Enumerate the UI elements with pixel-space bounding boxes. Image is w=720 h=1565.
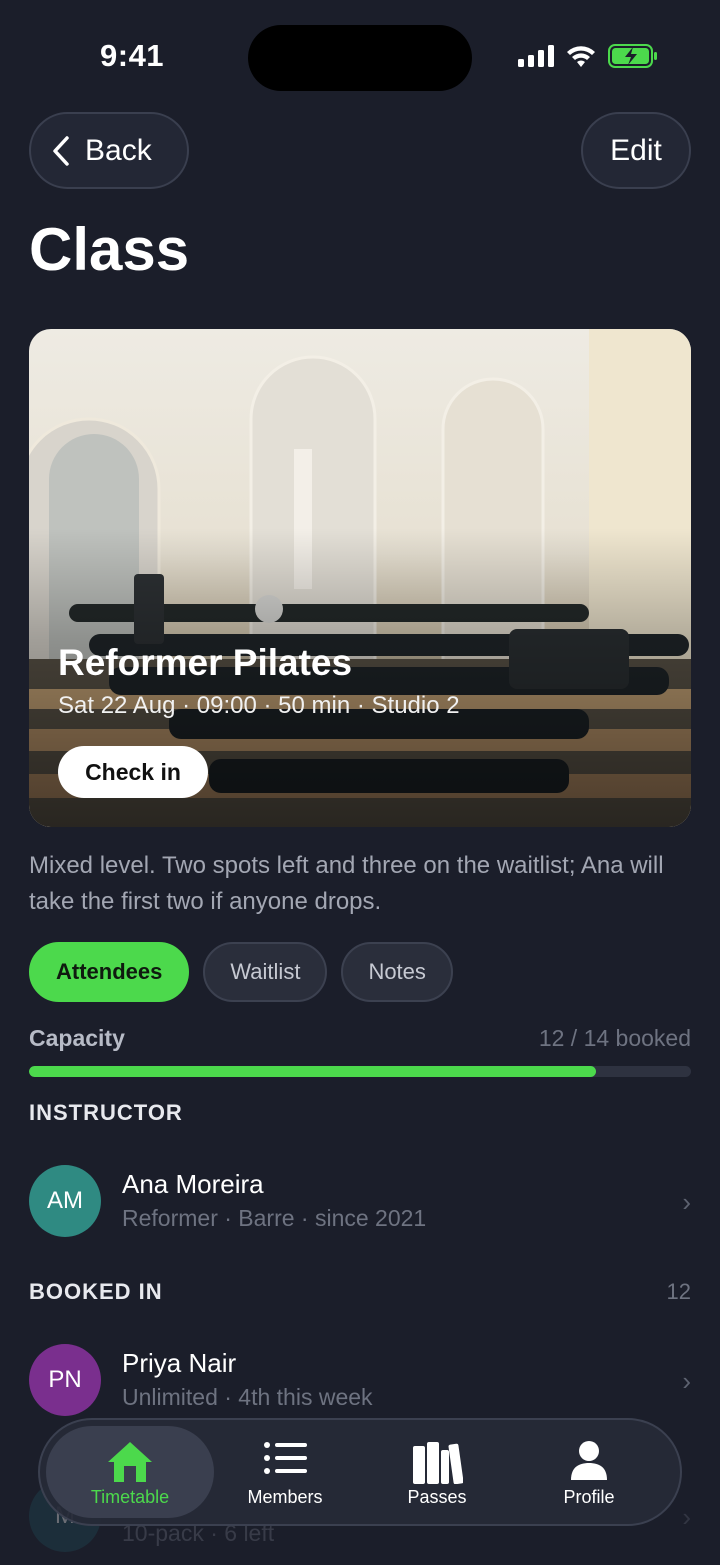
booked-in-count: 12 bbox=[666, 1279, 691, 1304]
chevron-left-icon bbox=[53, 135, 69, 166]
booked-in-heading: BOOKED IN bbox=[29, 1279, 163, 1304]
class-description: Mixed level. Two spots left and three on… bbox=[29, 852, 664, 915]
status-bar: 9:41 bbox=[0, 0, 720, 110]
edit-button[interactable]: Edit bbox=[581, 112, 691, 189]
class-name: Reformer Pilates bbox=[58, 642, 353, 683]
chevron-right-icon: › bbox=[682, 1502, 691, 1532]
dynamic-island bbox=[248, 25, 472, 91]
chevron-right-icon: › bbox=[682, 1187, 691, 1217]
instructor-row[interactable]: AM Ana Moreira Reformer · Barre · since … bbox=[29, 1165, 691, 1245]
wifi-icon bbox=[567, 46, 595, 67]
back-label: Back bbox=[85, 133, 152, 167]
tab-waitlist[interactable]: Waitlist bbox=[203, 942, 328, 1002]
status-time: 9:41 bbox=[100, 38, 165, 73]
cellular-signal-icon bbox=[518, 45, 554, 67]
class-hero-card: Reformer Pilates Sat 22 Aug · 09:00 · 50… bbox=[29, 329, 691, 827]
page-title: Class bbox=[29, 216, 190, 283]
battery-charging-icon bbox=[608, 44, 657, 68]
tabbar-members[interactable]: Members bbox=[210, 1426, 360, 1518]
back-button[interactable]: Back bbox=[29, 112, 189, 189]
tabbar-timetable[interactable]: Timetable bbox=[46, 1426, 214, 1518]
home-icon bbox=[108, 1442, 152, 1482]
tabbar-profile-label: Profile bbox=[563, 1487, 615, 1507]
edit-label: Edit bbox=[610, 133, 662, 167]
class-meta: Sat 22 Aug · 09:00 · 50 min · Studio 2 bbox=[58, 692, 460, 719]
member-name: Priya Nair bbox=[122, 1348, 237, 1378]
segment-tabs: Attendees Waitlist Notes bbox=[29, 942, 453, 1002]
instructor-details: Reformer · Barre · since 2021 bbox=[122, 1205, 427, 1231]
member-details: Unlimited · 4th this week bbox=[122, 1384, 373, 1410]
tabbar-timetable-label: Timetable bbox=[90, 1487, 170, 1507]
tab-notes[interactable]: Notes bbox=[341, 942, 453, 1002]
tabbar-profile[interactable]: Profile bbox=[514, 1426, 664, 1518]
capacity-progress-fill bbox=[29, 1066, 597, 1077]
capacity-label: Capacity bbox=[29, 1025, 125, 1051]
books-icon bbox=[413, 1442, 463, 1484]
status-icons bbox=[518, 44, 658, 68]
tabbar-passes[interactable]: Passes bbox=[362, 1426, 512, 1518]
list-item[interactable]: PN Priya Nair Unlimited · 4th this week … bbox=[29, 1344, 691, 1424]
check-in-button[interactable]: Check in bbox=[58, 746, 208, 798]
instructor-name: Ana Moreira bbox=[122, 1169, 264, 1199]
capacity-progress-bar bbox=[29, 1066, 691, 1077]
instructor-heading: INSTRUCTOR bbox=[29, 1100, 183, 1125]
chevron-right-icon: › bbox=[682, 1366, 691, 1396]
tabbar-members-label: Members bbox=[247, 1487, 323, 1507]
list-icon bbox=[264, 1442, 307, 1474]
avatar: PN bbox=[29, 1344, 101, 1416]
bottom-tab-bar: Timetable Members Passes Profile bbox=[38, 1418, 682, 1526]
tabbar-passes-label: Passes bbox=[407, 1487, 467, 1507]
tab-attendees[interactable]: Attendees bbox=[29, 942, 190, 1002]
person-icon bbox=[571, 1441, 607, 1480]
capacity-value: 12 / 14 booked bbox=[538, 1025, 691, 1051]
avatar: AM bbox=[29, 1165, 101, 1237]
